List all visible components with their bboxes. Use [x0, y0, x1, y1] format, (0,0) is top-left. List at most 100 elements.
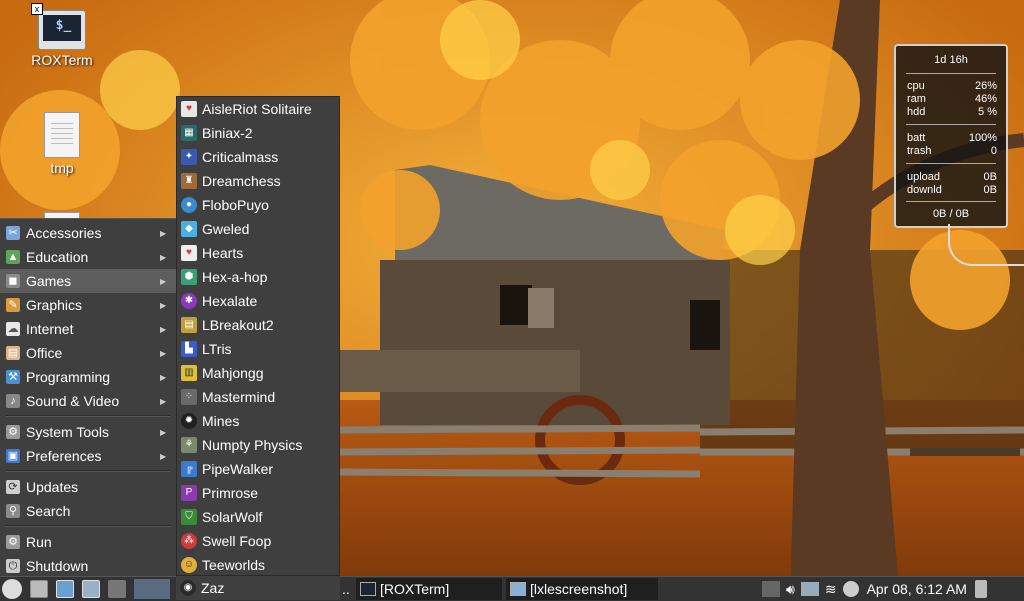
launcher-upload[interactable]: [108, 579, 126, 599]
menu-item-preferences[interactable]: ▣ Preferences ▶: [0, 444, 176, 468]
chevron-right-icon: ▶: [160, 348, 167, 358]
main-menu: ✂ Accessories ▶ ▲ Education ▶ ◼ Games ▶ …: [0, 218, 176, 577]
launcher-file-manager[interactable]: [56, 579, 74, 599]
taskbar: .. [ROXTerm] [lxlescreenshot] 🔊︎ ≋ Apr 0…: [0, 576, 1024, 601]
game-item-zaz[interactable]: ◉ Zaz: [176, 576, 340, 600]
menu-item-label: Shutdown: [26, 558, 89, 574]
games-submenu: ♥ AisleRiot Solitaire ▦ Biniax-2 ✦ Critical…: [176, 96, 340, 576]
menu-item-graphics[interactable]: ✎ Graphics ▶: [0, 293, 176, 317]
workspace-switcher[interactable]: [134, 579, 170, 599]
card-icon: ♥: [181, 101, 197, 117]
hexahop-icon: ⬢: [181, 269, 197, 285]
lxle-logo-icon: [2, 579, 22, 599]
game-item-ltris[interactable]: ▙ LTris: [177, 337, 339, 361]
wifi-icon[interactable]: ≋: [825, 581, 837, 598]
menu-item-label: Updates: [26, 479, 79, 495]
menu-item-programming[interactable]: ⚒ Programming ▶: [0, 365, 176, 389]
menu-item-education[interactable]: ▲ Education ▶: [0, 245, 176, 269]
menu-item-search[interactable]: ⚲ Search: [0, 499, 176, 523]
game-label: Numpty Physics: [202, 437, 303, 453]
game-item-hexahop[interactable]: ⬢ Hex-a-hop: [177, 265, 339, 289]
game-item-dreamchess[interactable]: ♜ Dreamchess: [177, 169, 339, 193]
menu-item-run[interactable]: ⚙ Run: [0, 530, 176, 554]
menu-item-updates[interactable]: ⟳ Updates: [0, 475, 176, 499]
game-item-hexalate[interactable]: ✱ Hexalate: [177, 289, 339, 313]
network-arrows-icon[interactable]: [762, 581, 780, 597]
task-lxlescreenshot[interactable]: [lxlescreenshot]: [506, 578, 658, 600]
printer-icon[interactable]: [800, 582, 819, 596]
game-label: Dreamchess: [202, 173, 281, 189]
menu-item-sound-video[interactable]: ♪ Sound & Video ▶: [0, 389, 176, 413]
cpu-value: 26%: [974, 80, 997, 92]
games-icon: ◼: [6, 274, 20, 288]
game-item-gweled[interactable]: ◆ Gweled: [177, 217, 339, 241]
internet-icon: ☁: [6, 322, 20, 336]
game-item-swell-foop[interactable]: ⁂ Swell Foop: [177, 529, 339, 553]
total-down: 0B: [932, 208, 947, 220]
start-menu-button[interactable]: [2, 579, 22, 599]
taskbar-overflow[interactable]: ..: [342, 579, 350, 599]
criticalmass-icon: ✦: [181, 149, 197, 165]
game-label: Hearts: [202, 245, 244, 261]
launcher-windows[interactable]: [82, 579, 100, 599]
upload-arrow-icon: [108, 580, 126, 598]
solarwolf-icon: ⛉: [181, 509, 197, 525]
game-item-mahjongg[interactable]: ▥ Mahjongg: [177, 361, 339, 385]
game-label: FloboPuyo: [202, 197, 269, 213]
menu-item-shutdown[interactable]: ⏻ Shutdown: [0, 554, 176, 578]
menu-item-system-tools[interactable]: ⚙ System Tools ▶: [0, 420, 176, 444]
game-item-solarwolf[interactable]: ⛉ SolarWolf: [177, 505, 339, 529]
game-item-teeworlds[interactable]: ☺ Teeworlds: [177, 553, 339, 577]
game-label: LBreakout2: [202, 317, 274, 333]
trash-icon[interactable]: [974, 580, 987, 598]
text-file-icon: [44, 112, 80, 158]
hdd-label: hdd: [907, 106, 926, 118]
game-item-numpty-physics[interactable]: ⚘ Numpty Physics: [177, 433, 339, 457]
menu-item-accessories[interactable]: ✂ Accessories ▶: [0, 221, 176, 245]
game-item-mastermind[interactable]: ⁘ Mastermind: [177, 385, 339, 409]
game-item-aisleriot[interactable]: ♥ AisleRiot Solitaire: [177, 97, 339, 121]
launcher-calculator[interactable]: [30, 579, 48, 599]
menu-separator: [6, 525, 170, 527]
desktop-icon-roxterm[interactable]: x $_ ROXTerm: [22, 3, 102, 68]
divider: [906, 201, 996, 202]
game-label: SolarWolf: [202, 509, 263, 525]
accessories-icon: ✂: [6, 226, 20, 240]
upload-row: upload 0B: [907, 171, 997, 184]
total-up: / 0B: [949, 208, 970, 220]
clock[interactable]: Apr 08, 6:12 AM: [867, 581, 967, 597]
menu-item-office[interactable]: ▤ Office ▶: [0, 341, 176, 365]
graphics-icon: ✎: [6, 298, 20, 312]
preferences-icon: ▣: [6, 449, 20, 463]
shutdown-icon: ⏻: [6, 559, 20, 573]
game-label: AisleRiot Solitaire: [202, 101, 312, 117]
game-label: Teeworlds: [202, 557, 266, 573]
game-item-flobopuyo[interactable]: ● FloboPuyo: [177, 193, 339, 217]
game-item-hearts[interactable]: ♥ Hearts: [177, 241, 339, 265]
menu-separator: [6, 415, 170, 417]
game-item-pipewalker[interactable]: ╔ PipeWalker: [177, 457, 339, 481]
update-notifier-icon[interactable]: [842, 581, 859, 597]
game-item-lbreakout2[interactable]: ▤ LBreakout2: [177, 313, 339, 337]
physics-icon: ⚘: [181, 437, 197, 453]
menu-item-internet[interactable]: ☁ Internet ▶: [0, 317, 176, 341]
game-item-mines[interactable]: ✹ Mines: [177, 409, 339, 433]
tetris-icon: ▙: [181, 341, 197, 357]
task-roxterm[interactable]: [ROXTerm]: [356, 578, 502, 600]
menu-item-label: Games: [26, 273, 72, 289]
game-item-criticalmass[interactable]: ✦ Criticalmass: [177, 145, 339, 169]
trash-value: 0: [990, 145, 997, 157]
game-label: Primrose: [202, 485, 259, 501]
menu-item-games[interactable]: ◼ Games ▶: [0, 269, 176, 293]
downld-value: 0B: [983, 184, 997, 196]
file-manager-icon: [56, 580, 74, 598]
game-label: Swell Foop: [202, 533, 272, 549]
volume-icon[interactable]: 🔊︎: [786, 581, 795, 598]
office-icon: ▤: [6, 346, 20, 360]
hdd-row: hdd 5 %: [907, 106, 997, 119]
system-monitor-widget: 1d 16h cpu 26% ram 46% hdd 5 % batt 100% tra…: [894, 44, 1008, 228]
batt-label: batt: [907, 132, 926, 144]
desktop-icon-tmp[interactable]: tmp: [22, 112, 102, 176]
game-item-primrose[interactable]: P Primrose: [177, 481, 339, 505]
game-item-biniax[interactable]: ▦ Biniax-2: [177, 121, 339, 145]
